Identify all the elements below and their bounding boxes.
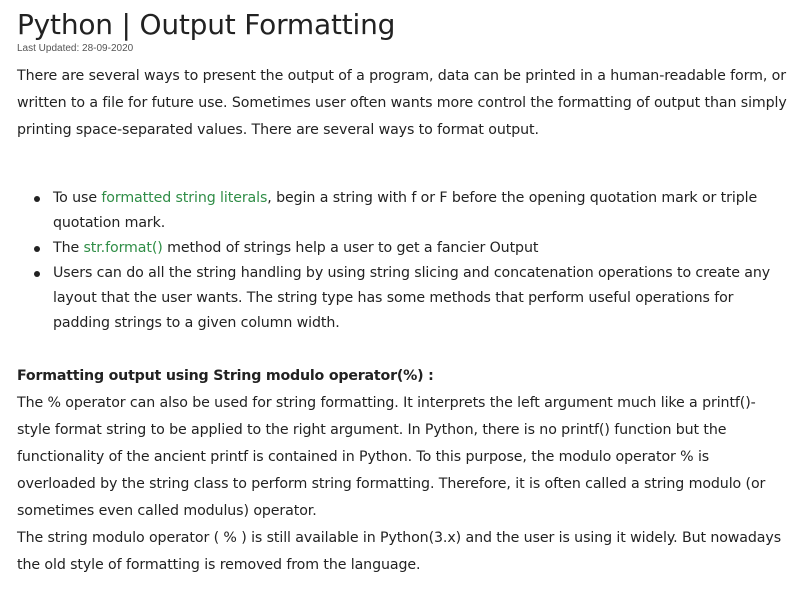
section-heading: Formatting output using String modulo op…	[17, 368, 434, 384]
list-item-text: Users can do all the string handling by …	[53, 265, 771, 331]
bullet-list: To use formatted string literals, begin …	[17, 186, 787, 336]
last-updated-date: Last Updated: 28-09-2020	[17, 43, 134, 54]
list-item-text: The	[53, 240, 84, 256]
list-item-text: method of strings help a user to get a f…	[162, 240, 539, 256]
list-item: Users can do all the string handling by …	[34, 261, 787, 336]
bullet-icon	[34, 271, 40, 277]
page-title: Python | Output Formatting	[17, 8, 396, 41]
list-item: The str.format() method of strings help …	[34, 236, 787, 261]
intro-paragraph: There are several ways to present the ou…	[17, 68, 787, 138]
section-paragraph: The string modulo operator ( % ) is stil…	[17, 530, 781, 573]
list-item: To use formatted string literals, begin …	[34, 186, 787, 236]
str-format-link[interactable]: str.format()	[84, 240, 163, 256]
formatted-string-literals-link[interactable]: formatted string literals	[101, 190, 267, 206]
article: Python | Output Formatting Last Updated:…	[17, 0, 787, 579]
bullet-icon	[34, 196, 40, 202]
list-item-text: To use	[53, 190, 102, 206]
section-paragraph: The % operator can also be used for stri…	[17, 395, 766, 519]
bullet-icon	[34, 246, 40, 252]
